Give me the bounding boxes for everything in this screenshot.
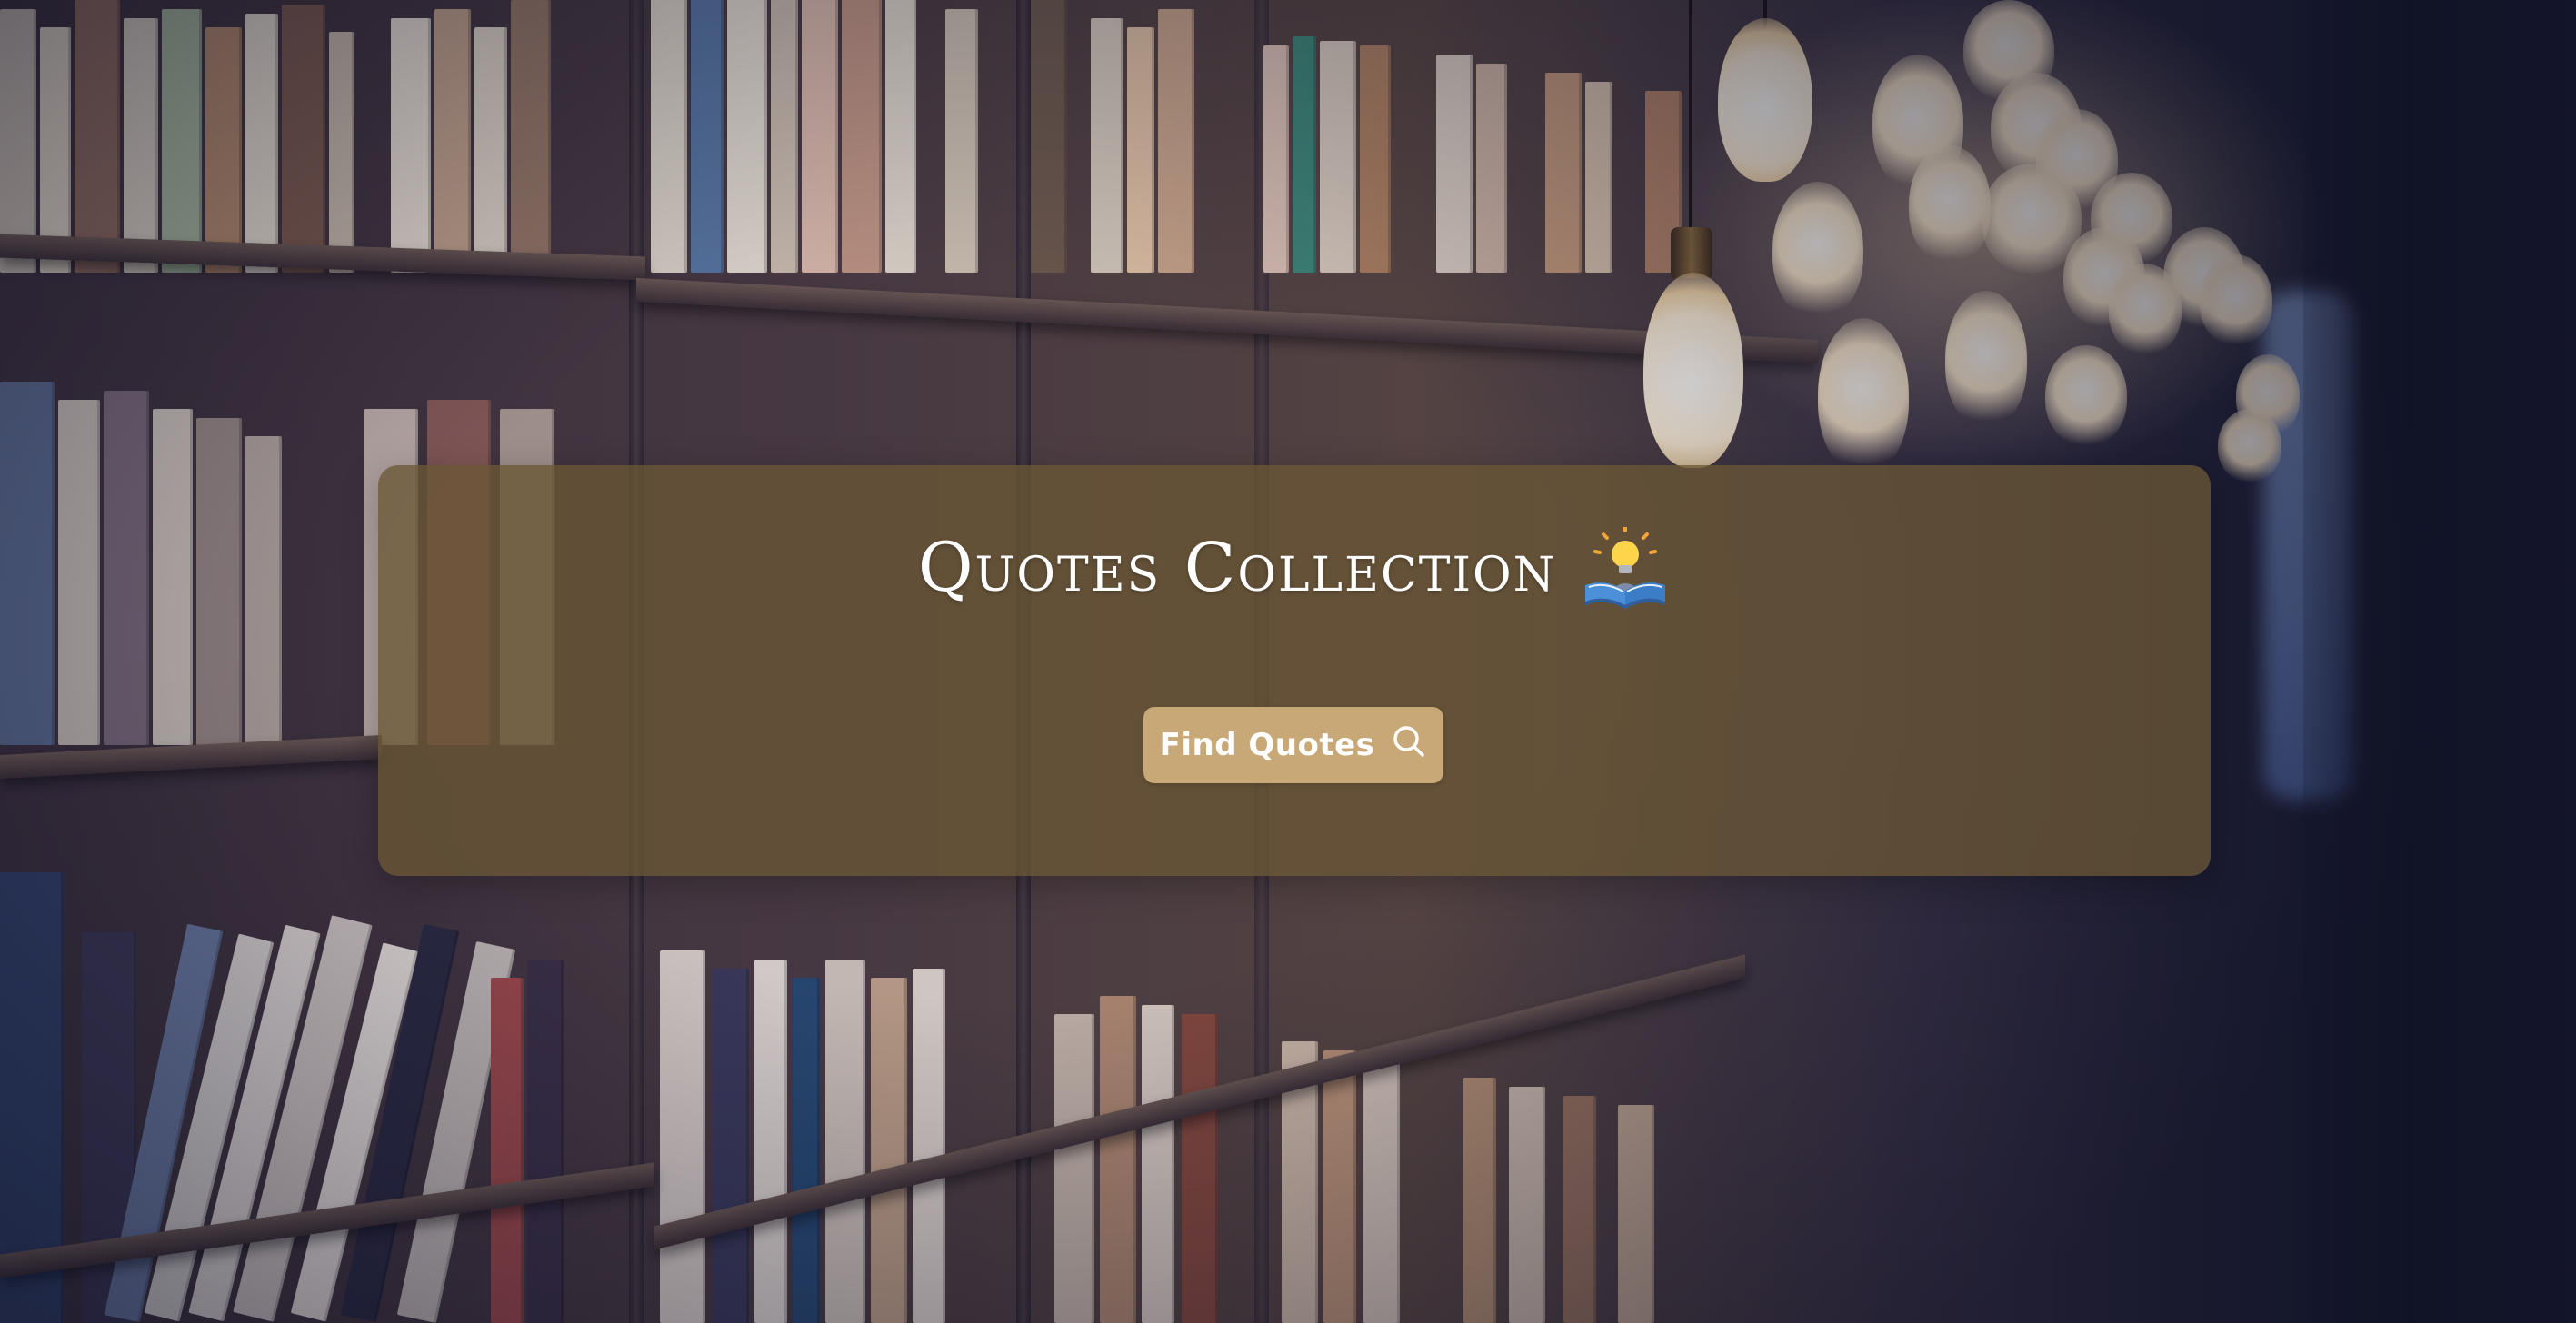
person-reading-book-lightbulb-icon — [1580, 525, 1671, 609]
page-background: Quotes Collection Find Quotes — [0, 0, 2576, 1323]
title-row: Quotes Collection — [378, 525, 2211, 609]
find-quotes-button[interactable]: Find Quotes — [1143, 707, 1443, 783]
find-quotes-label: Find Quotes — [1159, 727, 1375, 763]
search-icon — [1391, 723, 1427, 768]
page-title: Quotes Collection — [917, 529, 1557, 607]
quotes-panel: Quotes Collection Find Quotes — [378, 465, 2211, 876]
